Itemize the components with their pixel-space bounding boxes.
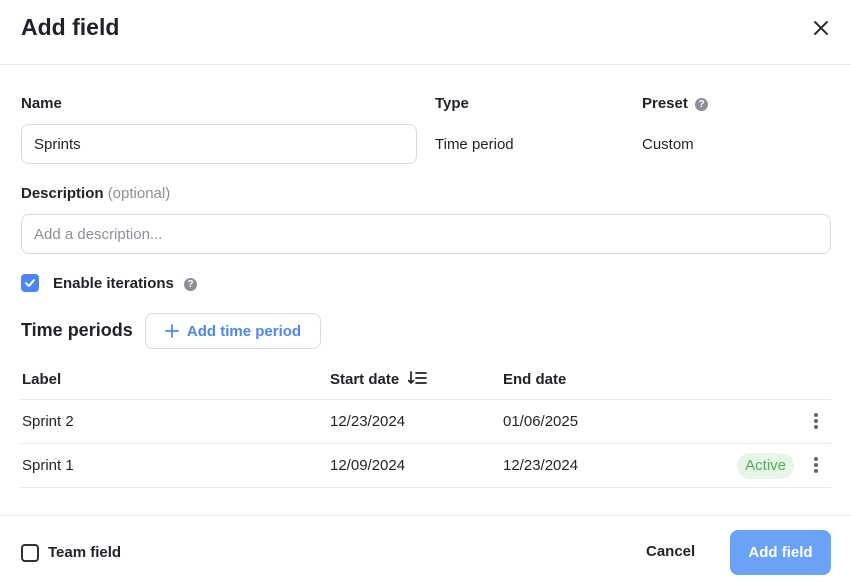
cancel-button[interactable]: Cancel	[632, 539, 709, 564]
column-header-label[interactable]: Label	[22, 371, 61, 388]
type-label: Type	[435, 95, 469, 112]
add-time-period-button[interactable]: Add time period	[145, 313, 321, 349]
enable-iterations-checkbox[interactable]	[21, 274, 39, 292]
table-header: Label Start date End date	[21, 359, 831, 400]
help-icon[interactable]: ?	[184, 277, 198, 291]
kebab-icon[interactable]	[809, 454, 823, 476]
row-end-date: 01/06/2025	[503, 413, 579, 430]
dialog-title: Add field	[21, 14, 120, 40]
active-status-badge: Active	[737, 453, 794, 479]
description-label: Description (optional)	[21, 185, 170, 202]
team-field-label: Team field	[48, 544, 122, 561]
dialog-footer: Team field Cancel Add field	[0, 515, 851, 583]
close-icon	[814, 21, 828, 35]
name-input[interactable]	[21, 124, 417, 164]
start-date-header-text: Start date	[330, 371, 400, 388]
time-periods-heading: Time periods	[21, 320, 133, 340]
enable-iterations-label: Enable iterations ?	[53, 275, 198, 292]
preset-value: Custom	[642, 136, 694, 153]
table-row: Sprint 1 12/09/2024 12/23/2024 Active	[21, 444, 831, 488]
row-end-date: 12/23/2024	[503, 457, 579, 474]
name-label: Name	[21, 95, 62, 112]
column-header-end-date[interactable]: End date	[503, 371, 566, 388]
enable-iterations-text: Enable iterations	[53, 275, 174, 292]
add-field-dialog: Add field Name Type Time period Preset ?…	[0, 0, 851, 583]
row-start-date: 12/09/2024	[330, 457, 406, 474]
close-button[interactable]	[807, 14, 835, 42]
column-header-start-date[interactable]: Start date	[330, 371, 428, 388]
kebab-icon[interactable]	[809, 410, 823, 432]
row-start-date: 12/23/2024	[330, 413, 406, 430]
help-icon[interactable]: ?	[695, 97, 709, 111]
add-time-period-label: Add time period	[186, 322, 302, 340]
dialog-header: Add field	[0, 0, 851, 65]
type-value: Time period	[435, 136, 514, 153]
check-icon	[25, 279, 35, 287]
row-label: Sprint 1	[22, 457, 74, 474]
plus-icon	[165, 324, 179, 338]
preset-label: Preset ?	[642, 95, 709, 112]
team-field-checkbox[interactable]	[21, 544, 39, 562]
add-field-button[interactable]: Add field	[730, 530, 831, 575]
optional-text: (optional)	[107, 185, 171, 202]
description-label-text: Description	[21, 185, 104, 202]
description-input[interactable]	[21, 214, 831, 254]
row-label: Sprint 2	[22, 413, 74, 430]
preset-label-text: Preset	[642, 95, 688, 112]
sort-descending-icon	[408, 371, 428, 384]
table-row: Sprint 2 12/23/2024 01/06/2025	[21, 400, 831, 444]
